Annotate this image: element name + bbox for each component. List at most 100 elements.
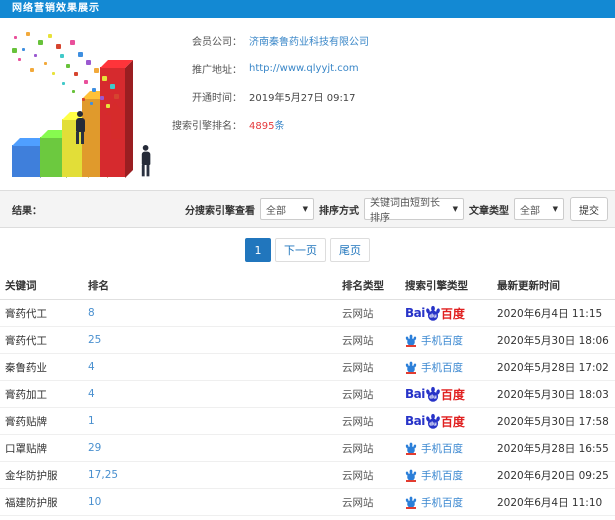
businessman-figure — [72, 111, 88, 144]
confetti-dot — [44, 62, 47, 65]
rank-type-cell: 云网站 — [342, 334, 374, 347]
results-table: 关键词 排名 排名类型 搜索引擎类型 最新更新时间 膏药代工 8 云网站 Bai du 百… — [0, 272, 615, 516]
confetti-dot — [30, 68, 34, 72]
table-row: 金华防护服 17,25 云网站 手机百度 2020年6月20日 09:25 — [0, 462, 615, 489]
engine-cell: Bai du 百度 — [405, 386, 497, 403]
updated-cell: 2020年5月28日 16:55 — [497, 442, 609, 455]
chevron-down-icon: ▼ — [552, 205, 558, 213]
baidu-logo-icon: Bai du 百度 — [405, 305, 465, 321]
table-body: 膏药代工 8 云网站 Bai du 百度 2020年6月4日 11:15 膏药代工 25 云网站手… — [0, 300, 615, 516]
businessman-figure — [138, 144, 153, 177]
confetti-dot — [34, 54, 37, 57]
table-row: 秦鲁药业 4 云网站 手机百度 2020年5月28日 17:02 — [0, 354, 615, 381]
confetti-dot — [100, 96, 104, 100]
confetti-dot — [60, 54, 64, 58]
updated-cell: 2020年6月20日 09:25 — [497, 469, 609, 482]
promo-url-link[interactable]: http://www.qlyyjt.com — [249, 63, 359, 74]
engine-cell: 手机百度 — [405, 333, 497, 348]
updated-cell: 2020年5月28日 17:02 — [497, 361, 609, 374]
confetti-dot — [14, 36, 17, 39]
engine-cell: 手机百度 — [405, 441, 497, 456]
bar-chart-illustration — [0, 24, 170, 186]
next-page-button[interactable]: 下一页 — [275, 238, 326, 262]
keyword-cell: 膏药贴牌 — [5, 415, 47, 428]
engine-rank-count: 4895 — [249, 120, 275, 132]
rank-link[interactable]: 17,25 — [88, 469, 118, 481]
submit-button[interactable]: 提交 — [570, 197, 608, 221]
baidu-logo-icon: Bai du 百度 — [405, 386, 465, 402]
rank-type-cell: 云网站 — [342, 496, 374, 509]
mobile-baidu-label: 手机百度 — [421, 442, 463, 455]
promo-url-label: 推广地址： — [192, 64, 242, 76]
keyword-cell: 福建防护服 — [5, 496, 58, 509]
confetti-dot — [94, 68, 99, 73]
rank-link[interactable]: 4 — [88, 388, 95, 400]
table-row: 膏药加工 4 云网站 Bai du 百度 2020年5月30日 18:03 — [0, 381, 615, 408]
confetti-dot — [26, 32, 30, 36]
illustration-bar — [12, 138, 48, 178]
chevron-down-icon: ▼ — [452, 205, 458, 213]
keyword-cell: 秦鲁药业 — [5, 361, 47, 374]
confetti-dot — [62, 82, 65, 85]
up-arrow-icon — [105, 102, 125, 139]
last-page-button[interactable]: 尾页 — [330, 238, 370, 262]
table-row: 口罩贴牌 29 云网站 手机百度 2020年5月28日 16:55 — [0, 435, 615, 462]
confetti-dot — [114, 94, 119, 99]
table-header-row: 关键词 排名 排名类型 搜索引擎类型 最新更新时间 — [0, 272, 615, 300]
mobile-baidu-label: 手机百度 — [421, 334, 463, 347]
baidu-logo-icon: Bai du 百度 — [405, 413, 465, 429]
mobile-baidu-label: 手机百度 — [421, 361, 463, 374]
filter-bar: 结果： 分搜索引擎查看 全部 ▼ 排序方式 关键词由短到长排序 ▼ 文章类型 全… — [0, 190, 615, 228]
open-time-value: 2019年5月27日 09:17 — [249, 92, 356, 104]
article-type-value: 全部 — [520, 205, 540, 217]
rank-link[interactable]: 8 — [88, 307, 95, 319]
article-type-select[interactable]: 全部 ▼ — [514, 198, 564, 220]
engine-rank-label: 搜索引擎排名： — [172, 120, 242, 132]
result-label: 结果： — [12, 205, 42, 217]
engine-rank-unit-link[interactable]: 条 — [274, 121, 284, 132]
col-header-keyword: 关键词 — [5, 280, 37, 292]
open-time-label: 开通时间： — [192, 92, 242, 104]
sort-filter-select[interactable]: 关键词由短到长排序 ▼ — [364, 198, 464, 224]
engine-cell: 手机百度 — [405, 495, 497, 510]
rank-type-cell: 云网站 — [342, 469, 374, 482]
keyword-cell: 膏药代工 — [5, 307, 47, 320]
page-button-current[interactable]: 1 — [245, 238, 271, 262]
table-row: 膏药贴牌 1 云网站 Bai du 百度 2020年5月30日 17:58 — [0, 408, 615, 435]
confetti-dot — [74, 72, 78, 76]
col-header-ranktype: 排名类型 — [342, 280, 384, 292]
keyword-cell: 膏药代工 — [5, 334, 47, 347]
engine-cell: Bai du 百度 — [405, 413, 497, 430]
rank-link[interactable]: 4 — [88, 361, 95, 373]
confetti-dot — [22, 48, 25, 51]
confetti-dot — [12, 48, 17, 53]
confetti-dot — [72, 90, 75, 93]
rank-link[interactable]: 25 — [88, 334, 101, 346]
member-company-link[interactable]: 济南秦鲁药业科技有限公司 — [249, 33, 369, 48]
mobile-baidu-icon: 手机百度 — [405, 468, 497, 483]
engine-cell: Bai du 百度 — [405, 305, 497, 322]
table-row: 膏药代工 8 云网站 Bai du 百度 2020年6月4日 11:15 — [0, 300, 615, 327]
sort-filter-value: 关键词由短到长排序 — [370, 198, 440, 224]
confetti-dot — [52, 72, 55, 75]
rank-link[interactable]: 10 — [88, 496, 101, 508]
article-type-filter-label: 文章类型 — [469, 205, 509, 217]
summary-section: 会员公司： 济南秦鲁药业科技有限公司 推广地址： http://www.qlyy… — [0, 18, 615, 190]
pagination: 1 下一页 尾页 — [0, 228, 615, 272]
confetti-dot — [82, 98, 85, 101]
rank-link[interactable]: 29 — [88, 442, 101, 454]
confetti-dot — [78, 52, 83, 57]
col-header-updated: 最新更新时间 — [497, 280, 560, 292]
engine-cell: 手机百度 — [405, 360, 497, 375]
chevron-down-icon: ▼ — [302, 205, 308, 213]
svg-text:du: du — [429, 422, 437, 428]
confetti-dot — [48, 34, 52, 38]
updated-cell: 2020年6月4日 11:15 — [497, 307, 603, 320]
mobile-baidu-icon: 手机百度 — [405, 360, 497, 375]
rank-link[interactable]: 1 — [88, 415, 95, 427]
confetti-dot — [86, 60, 91, 65]
engine-filter-select[interactable]: 全部 ▼ — [260, 198, 314, 220]
updated-cell: 2020年5月30日 18:06 — [497, 334, 609, 347]
confetti-dot — [18, 58, 21, 61]
engine-filter-label: 分搜索引擎查看 — [185, 205, 255, 217]
